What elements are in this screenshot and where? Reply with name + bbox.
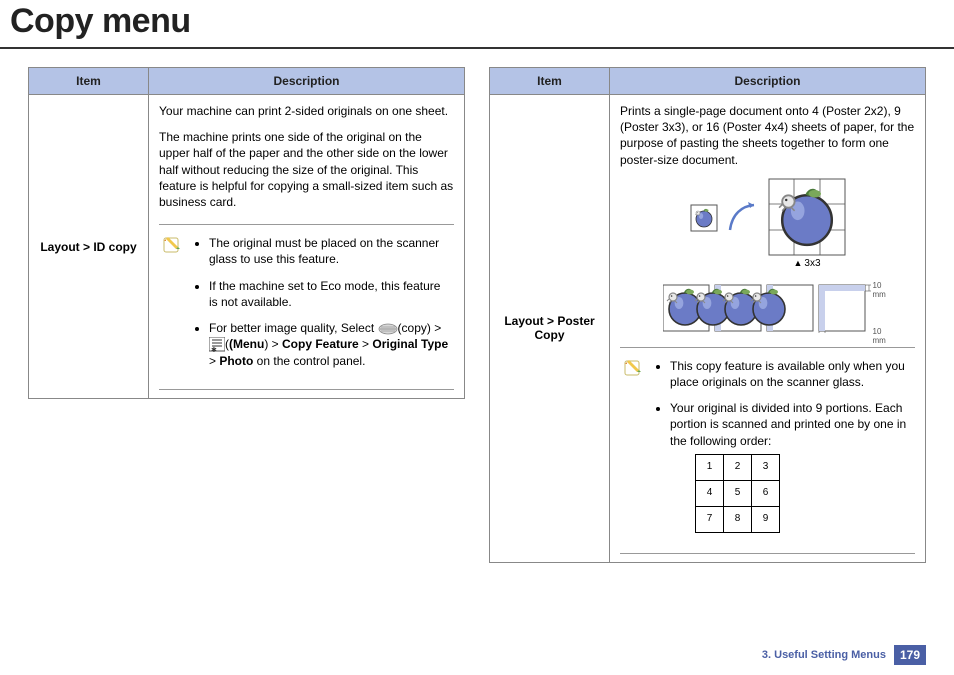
note-icon — [163, 235, 183, 255]
arrow-icon — [728, 202, 758, 234]
feature-table-left: Item Description Layout > ID copy Your m… — [28, 67, 465, 399]
note-box-poster: This copy feature is available only when… — [620, 347, 915, 554]
page-footer: 3. Useful Setting Menus 179 — [762, 645, 926, 665]
item-poster-copy: Layout > Poster Copy — [490, 95, 610, 563]
right-column: Item Description Layout > Poster Copy Pr… — [489, 67, 926, 563]
col-header-item: Item — [29, 68, 149, 95]
desc-poster-copy: Prints a single-page document onto 4 (Po… — [610, 95, 926, 563]
id-note-1: The original must be placed on the scann… — [209, 235, 450, 267]
poster-diagram: 3x3 — [620, 178, 915, 333]
left-column: Item Description Layout > ID copy Your m… — [28, 67, 465, 563]
item-id-copy: Layout > ID copy — [29, 95, 149, 399]
col-header-desc: Description — [149, 68, 465, 95]
copy-icon — [378, 323, 398, 335]
poster-3x3-grid — [768, 178, 846, 256]
note-box-id-copy: The original must be placed on the scann… — [159, 224, 454, 390]
footer-section: 3. Useful Setting Menus — [762, 649, 886, 661]
order-grid: 1 2 3 4 5 6 7 8 9 — [696, 455, 911, 533]
poster-note-2: Your original is divided into 9 portions… — [670, 400, 911, 533]
overlap-label-side: 10 mm — [873, 327, 886, 345]
id-copy-p1: Your machine can print 2-sided originals… — [159, 103, 454, 119]
id-copy-p2: The machine prints one side of the origi… — [159, 129, 454, 210]
desc-id-copy: Your machine can print 2-sided originals… — [149, 95, 465, 399]
poster-original — [690, 204, 718, 232]
footer-page-number: 179 — [894, 645, 926, 665]
poster-p1: Prints a single-page document onto 4 (Po… — [620, 103, 915, 168]
note-icon — [624, 358, 644, 378]
overlap-label-top: 10 mm — [873, 281, 886, 299]
col-header-desc: Description — [610, 68, 926, 95]
poster-note-1: This copy feature is available only when… — [670, 358, 911, 390]
poster-exploded — [663, 283, 873, 333]
page-title-bar: Copy menu — [0, 0, 954, 49]
caption-3x3: 3x3 — [794, 258, 821, 269]
id-note-3: For better image quality, Select (copy) … — [209, 320, 450, 369]
id-note-2: If the machine set to Eco mode, this fea… — [209, 278, 450, 310]
menu-icon — [209, 337, 225, 353]
page-title: Copy menu — [10, 2, 954, 41]
col-header-item: Item — [490, 68, 610, 95]
feature-table-right: Item Description Layout > Poster Copy Pr… — [489, 67, 926, 563]
